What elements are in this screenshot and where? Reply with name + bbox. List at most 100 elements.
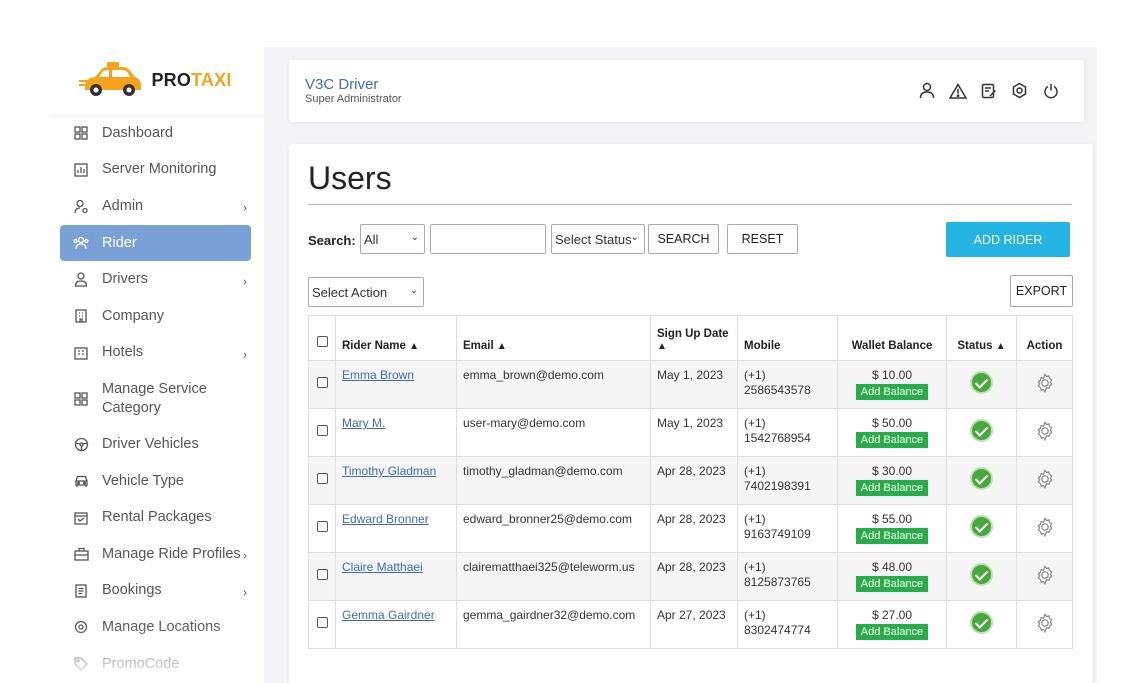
gear-icon[interactable] [1034, 612, 1056, 638]
row-select-cell [308, 408, 336, 457]
sidebar-item-admin[interactable]: Admin › [60, 188, 251, 225]
signup-date-cell: May 1, 2023 [650, 408, 738, 457]
reset-button[interactable]: RESET [727, 224, 798, 254]
power-icon[interactable] [1041, 81, 1060, 100]
sidebar-item-manage-service-category[interactable]: Manage Service Category [60, 371, 251, 426]
sidebar-item-drivers[interactable]: Drivers › [60, 261, 251, 298]
sidebar-item-label: Admin [102, 197, 144, 214]
wallet-cell: $ 27.00 Add Balance [837, 600, 947, 649]
search-button[interactable]: SEARCH [648, 224, 719, 254]
filter-select-value: All [364, 231, 379, 247]
header-icons [917, 81, 1060, 100]
email-cell: user-mary@demo.com [456, 408, 651, 457]
status-cell [946, 456, 1017, 505]
sidebar-item-label: Rental Packages [102, 509, 212, 526]
brand-name: PROTAXI [151, 70, 232, 90]
active-status-icon[interactable] [970, 419, 993, 442]
sidebar-item-company[interactable]: Company [60, 298, 251, 335]
car-icon [73, 473, 89, 489]
tag-icon [73, 656, 89, 672]
status-cell [946, 360, 1017, 409]
warning-icon[interactable] [948, 81, 967, 100]
sidebar-item-driver-vehicles[interactable]: Driver Vehicles [60, 426, 251, 463]
mobile-cell: (+1) 9163749109 [737, 504, 838, 553]
chart-icon [73, 162, 89, 178]
sidebar-item-manage-ride-profiles[interactable]: Manage Ride Profiles › [60, 536, 251, 573]
wallet-cell: $ 55.00 Add Balance [837, 504, 947, 553]
row-checkbox[interactable] [316, 569, 328, 580]
rider-name-link[interactable]: Emma Brown [342, 368, 414, 382]
status-select[interactable]: Select Status ⌄ [551, 224, 645, 254]
gear-icon[interactable] [1034, 564, 1056, 590]
active-status-icon[interactable] [970, 371, 993, 394]
filter-select[interactable]: All ⌄ [360, 224, 425, 254]
active-status-icon[interactable] [970, 611, 993, 634]
sidebar-item-rental-packages[interactable]: Rental Packages [60, 499, 251, 536]
app-window: PROTAXI Dashboard Server Monitoring Admin ›… [47, 47, 1097, 683]
main-content: Users Search: All ⌄ Select Status ⌄ SEAR… [289, 144, 1093, 683]
sidebar-item-server-monitoring[interactable]: Server Monitoring [60, 152, 251, 189]
table-row: Gemma Gairdner gemma_gairdner32@demo.com A… [308, 600, 1073, 649]
rider-name-link[interactable]: Claire Matthaei [342, 560, 423, 574]
rider-name-link[interactable]: Mary M. [342, 416, 385, 430]
add-balance-button[interactable]: Add Balance [855, 576, 929, 592]
sidebar-item-label: PromoCode [102, 655, 180, 672]
sidebar-item-label: Server Monitoring [102, 161, 217, 178]
gear-icon[interactable] [1034, 516, 1056, 542]
mobile-cell: (+1) 1542768954 [737, 408, 838, 457]
active-status-icon[interactable] [970, 563, 993, 586]
rider-name-link[interactable]: Gemma Gairdner [342, 608, 435, 622]
add-balance-button[interactable]: Add Balance [855, 384, 929, 400]
export-button[interactable]: EXPORT [1010, 275, 1073, 307]
add-rider-button[interactable]: ADD RIDER [946, 222, 1070, 257]
gear-icon[interactable] [1034, 372, 1056, 398]
logo[interactable]: PROTAXI [47, 47, 264, 114]
col-email[interactable]: Email ▲︎ [456, 315, 651, 361]
active-status-icon[interactable] [970, 467, 993, 490]
action-cell [1016, 504, 1073, 553]
action-cell [1016, 456, 1073, 505]
search-input[interactable] [430, 224, 546, 254]
sidebar-item-vehicle-type[interactable]: Vehicle Type [60, 463, 251, 500]
sidebar-item-manage-locations[interactable]: Manage Locations [60, 609, 251, 646]
wallet-cell: $ 10.00 Add Balance [837, 360, 947, 409]
active-status-icon[interactable] [970, 515, 993, 538]
add-balance-button[interactable]: Add Balance [855, 432, 929, 448]
row-checkbox[interactable] [316, 425, 328, 436]
gear-icon[interactable] [1034, 468, 1056, 494]
mobile-cell: (+1) 8125873765 [737, 552, 838, 601]
chevron-right-icon: › [243, 274, 247, 289]
sidebar-item-bookings[interactable]: Bookings › [60, 573, 251, 610]
email-cell: timothy_gladman@demo.com [456, 456, 651, 505]
row-checkbox[interactable] [316, 617, 328, 628]
select-all-checkbox[interactable] [316, 336, 328, 347]
sidebar-item-rider[interactable]: Rider [60, 224, 251, 262]
rider-name-cell: Emma Brown [335, 360, 457, 409]
profile-icon[interactable] [917, 81, 936, 100]
rider-name-link[interactable]: Edward Bronner [342, 512, 429, 526]
sidebar-item-hotels[interactable]: Hotels › [60, 335, 251, 372]
row-select-cell [308, 504, 336, 553]
sidebar-menu: Dashboard Server Monitoring Admin › Rider Dri… [60, 115, 251, 682]
wallet-cell: $ 30.00 Add Balance [837, 456, 947, 505]
top-header: V3C Driver Super Administrator [289, 60, 1084, 122]
gear-icon[interactable] [1034, 420, 1056, 446]
row-checkbox[interactable] [316, 521, 328, 532]
sidebar-item-dashboard[interactable]: Dashboard [60, 115, 251, 152]
add-balance-button[interactable]: Add Balance [855, 624, 929, 640]
select-all-cell [308, 315, 336, 361]
sort-icon: ▲︎ [496, 341, 507, 352]
add-balance-button[interactable]: Add Balance [855, 528, 929, 544]
add-balance-button[interactable]: Add Balance [855, 480, 929, 496]
bulk-action-select[interactable]: Select Action ⌄ [308, 277, 424, 307]
rider-name-link[interactable]: Timothy Gladman [342, 464, 436, 478]
row-checkbox[interactable] [316, 473, 328, 484]
settings-icon[interactable] [1010, 81, 1029, 100]
col-status[interactable]: Status ▲︎ [946, 315, 1017, 361]
edit-icon[interactable] [979, 81, 998, 100]
sidebar-item-promocode[interactable]: PromoCode [60, 646, 251, 683]
col-signup-date[interactable]: Sign Up Date ▲︎ [650, 315, 738, 361]
location-icon [73, 619, 89, 635]
col-rider-name[interactable]: Rider Name ▲︎ [335, 315, 457, 361]
row-checkbox[interactable] [316, 377, 328, 388]
